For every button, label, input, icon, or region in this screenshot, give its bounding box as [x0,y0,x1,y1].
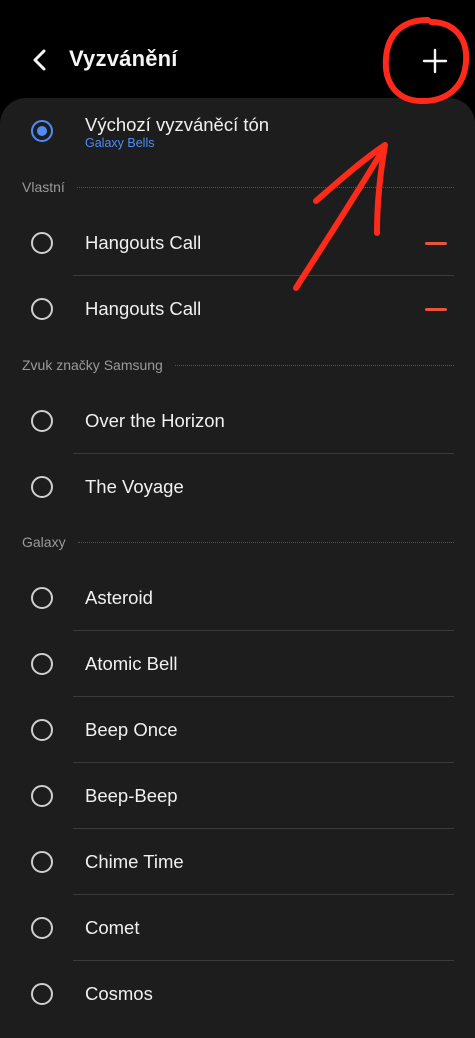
ringtone-item[interactable]: Chime Time [0,829,475,895]
remove-ringtone-button[interactable] [425,308,447,311]
page-title: Vyzvánění [69,46,178,71]
ringtone-item[interactable]: Beep-Beep [0,763,475,829]
ringtone-item[interactable]: Hangouts Call [0,210,475,276]
section-header-custom: Vlastní [22,177,454,197]
default-ringtone-value: Galaxy Bells [85,136,155,150]
ringtone-label: Atomic Bell [85,653,178,674]
ringtone-label: Over the Horizon [85,410,225,431]
back-button[interactable] [24,44,56,76]
ringtone-radio[interactable] [31,983,53,1005]
app-header: Vyzvánění [0,0,475,100]
ringtone-label: Hangouts Call [85,232,202,253]
ringtone-label: Hangouts Call [85,298,202,319]
section-divider [174,364,454,366]
ringtone-item[interactable]: Atomic Bell [0,631,475,697]
chevron-left-icon [33,49,46,71]
ringtone-item[interactable]: The Voyage [0,454,475,520]
ringtone-radio[interactable] [31,653,53,675]
ringtone-label: Chime Time [85,851,184,872]
ringtone-item[interactable]: Beep Once [0,697,475,763]
ringtone-radio[interactable] [31,917,53,939]
ringtone-radio[interactable] [31,232,53,254]
section-title: Vlastní [22,179,65,195]
plus-icon [422,48,448,74]
ringtone-label: The Voyage [85,476,184,497]
ringtone-radio[interactable] [31,719,53,741]
ringtone-list: Výchozí vyzváněcí tón Galaxy Bells Vlast… [0,98,475,1038]
ringtone-radio[interactable] [31,851,53,873]
ringtone-label: Beep-Beep [85,785,178,806]
ringtone-radio[interactable] [31,476,53,498]
ringtone-label: Asteroid [85,587,153,608]
ringtone-radio[interactable] [31,298,53,320]
default-ringtone-radio[interactable] [31,120,53,142]
section-header-galaxy: Galaxy [22,532,454,552]
ringtone-item[interactable]: Comet [0,895,475,961]
ringtone-item[interactable]: Asteroid [0,565,475,631]
section-divider [76,186,454,188]
section-title: Galaxy [22,534,66,550]
ringtone-label: Beep Once [85,719,178,740]
section-header-samsung: Zvuk značky Samsung [22,355,454,375]
default-ringtone-row[interactable]: Výchozí vyzváněcí tón Galaxy Bells [0,98,475,164]
section-divider [77,541,454,543]
section-title: Zvuk značky Samsung [22,357,163,373]
ringtone-item[interactable]: Cosmos [0,961,475,1027]
ringtone-item[interactable]: Over the Horizon [0,388,475,454]
ringtone-label: Cosmos [85,983,153,1004]
ringtone-radio[interactable] [31,785,53,807]
ringtone-item[interactable]: Hangouts Call [0,276,475,342]
add-ringtone-button[interactable] [418,44,452,78]
default-ringtone-label: Výchozí vyzváněcí tón [85,114,270,135]
ringtone-radio[interactable] [31,410,53,432]
remove-ringtone-button[interactable] [425,242,447,245]
ringtone-radio[interactable] [31,587,53,609]
ringtone-label: Comet [85,917,140,938]
